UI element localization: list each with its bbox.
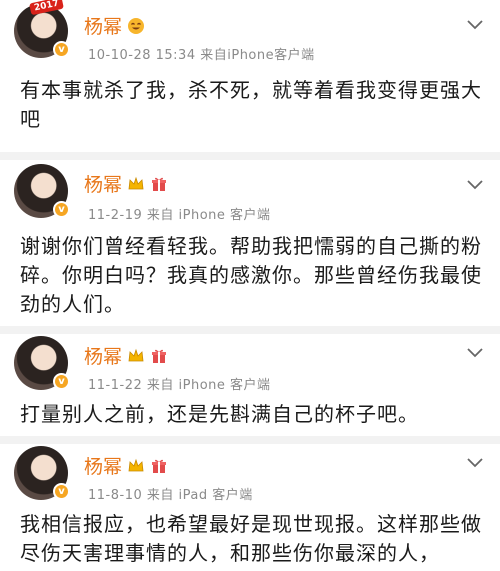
- avatar-year-tag: 2017: [29, 0, 64, 16]
- name-row: 杨幂: [84, 452, 168, 479]
- chevron-down-icon[interactable]: [462, 450, 488, 476]
- verified-badge-icon: v: [53, 201, 70, 218]
- weibo-post: v 杨幂 11-8-10 来自 iPad 客户端 我相信报应，也希望最好是现世现…: [0, 444, 500, 571]
- crown-badge-icon: [126, 346, 145, 365]
- username[interactable]: 杨幂: [84, 170, 122, 197]
- username[interactable]: 杨幂: [84, 12, 122, 39]
- avatar[interactable]: v: [14, 336, 70, 390]
- divider: [0, 326, 500, 334]
- gift-badge-icon: [149, 174, 168, 193]
- weibo-post: v 杨幂 11-1-22 来自 iPhone 客户端 打量别人之前，还是先斟满自…: [0, 334, 500, 434]
- chevron-down-icon[interactable]: [462, 340, 488, 366]
- name-row: 杨幂: [84, 342, 168, 369]
- name-row: 杨幂: [84, 170, 168, 197]
- name-row: 杨幂: [84, 12, 145, 39]
- post-content: 打量别人之前，还是先斟满自己的杯子吧。: [20, 402, 419, 426]
- post-meta: 10-10-28 15:34 来自iPhone客户端: [88, 48, 315, 63]
- weibo-post: v 杨幂 11-2-19 来自 iPhone 客户端 谢谢你们曾经看轻我。帮助我…: [0, 160, 500, 325]
- avatar[interactable]: 2017 v: [14, 0, 70, 58]
- avatar[interactable]: v: [14, 164, 70, 218]
- weibo-post: 2017 v 杨幂 10-10-28 15:34 来自iPhone客户端 有本事…: [0, 0, 500, 150]
- chevron-down-icon[interactable]: [462, 12, 488, 38]
- verified-badge-icon: v: [53, 483, 70, 500]
- post-content: 谢谢你们曾经看轻我。帮助我把懦弱的自己撕的粉碎。你明白吗？我真的感激你。那些曾经…: [20, 234, 482, 316]
- crown-badge-icon: [126, 174, 145, 193]
- post-meta: 11-1-22 来自 iPhone 客户端: [88, 378, 271, 393]
- verified-badge-icon: v: [53, 373, 70, 390]
- post-content: 有本事就杀了我，杀不死，就等着看我变得更强大吧: [20, 78, 482, 131]
- gift-badge-icon: [149, 346, 168, 365]
- avatar[interactable]: v: [14, 446, 70, 500]
- chevron-down-icon[interactable]: [462, 172, 488, 198]
- username[interactable]: 杨幂: [84, 452, 122, 479]
- divider: [0, 152, 500, 160]
- username[interactable]: 杨幂: [84, 342, 122, 369]
- gift-badge-icon: [149, 456, 168, 475]
- divider: [0, 436, 500, 444]
- crown-badge-icon: [126, 456, 145, 475]
- smile-emoji-icon: [126, 16, 145, 35]
- post-meta: 11-8-10 来自 iPad 客户端: [88, 488, 253, 503]
- post-content: 我相信报应，也希望最好是现世现报。这样那些做尽伤天害理事情的人，和那些伤你最深的…: [20, 512, 482, 565]
- post-meta: 11-2-19 来自 iPhone 客户端: [88, 208, 271, 223]
- verified-badge-icon: v: [53, 41, 70, 58]
